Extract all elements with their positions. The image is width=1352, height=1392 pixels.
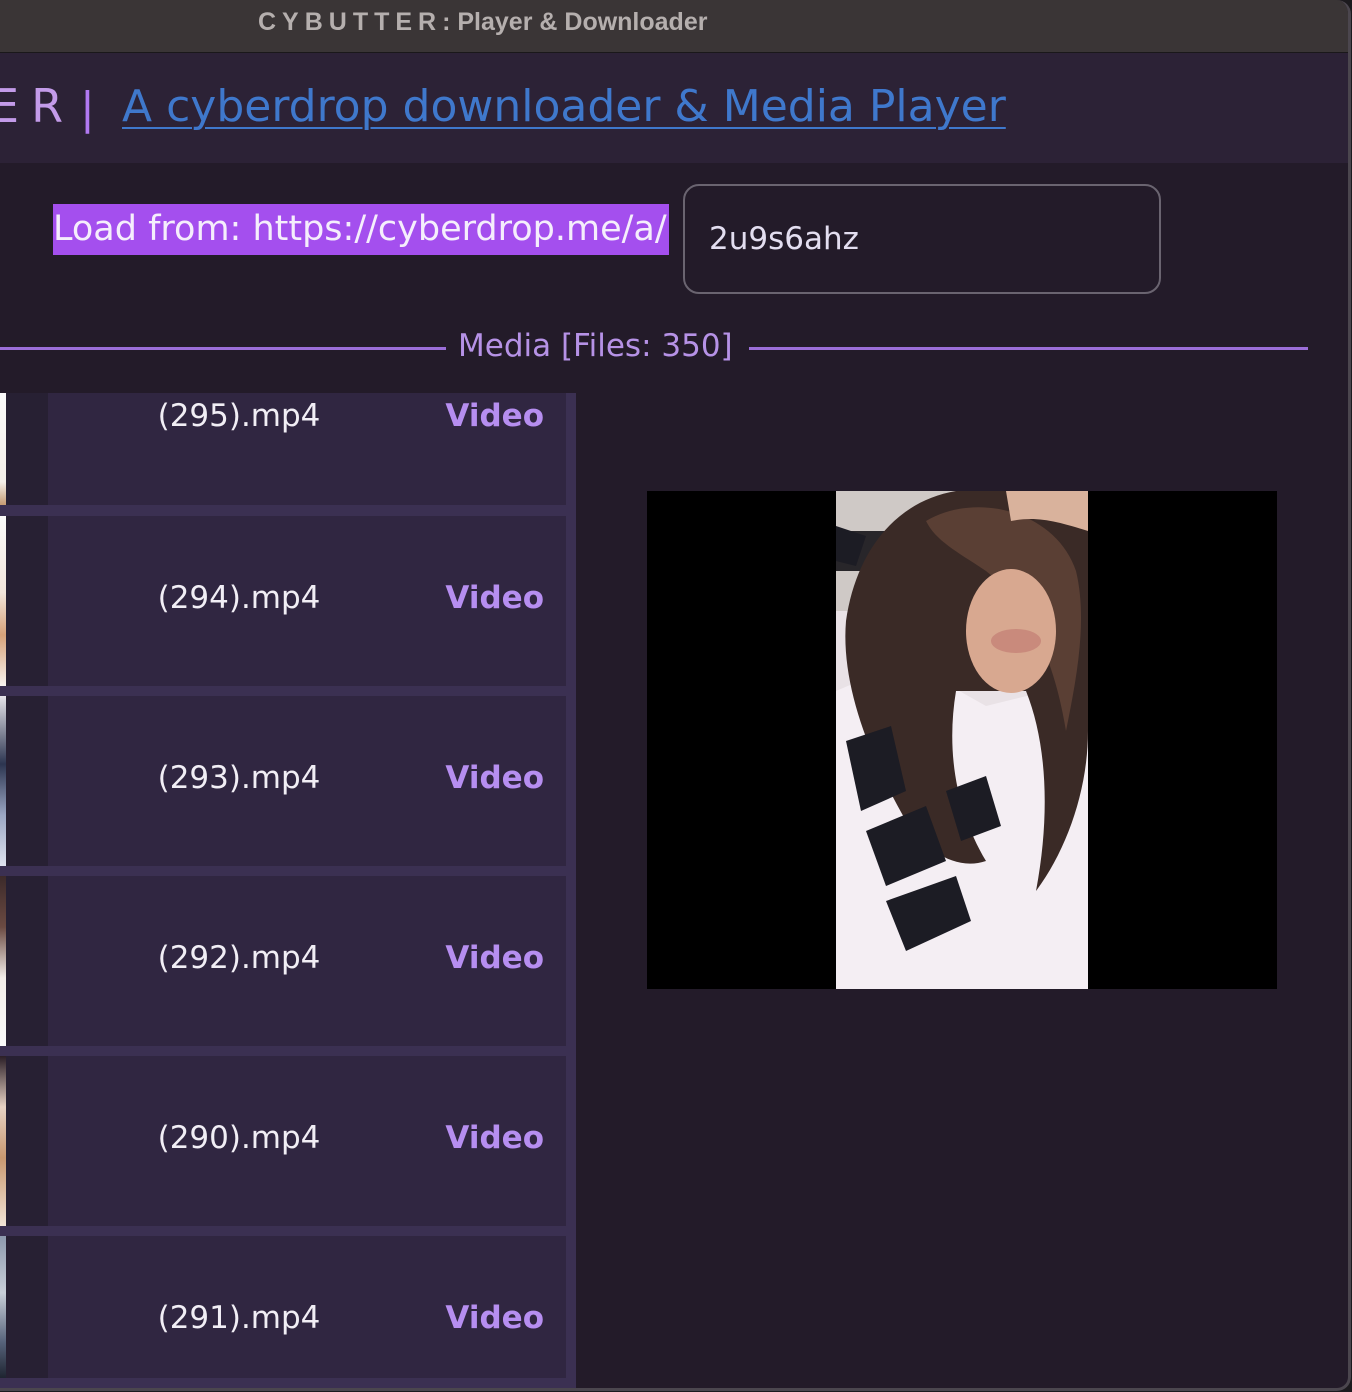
album-id-input[interactable] <box>683 184 1161 294</box>
app-header: ER | A cyberdrop downloader & Media Play… <box>0 53 1348 163</box>
media-file-name: (295).mp4 <box>157 398 321 434</box>
media-type-label: Video <box>445 398 544 434</box>
section-divider-left <box>0 347 446 350</box>
video-frame-image <box>836 491 1088 989</box>
media-type-label: Video <box>445 580 544 616</box>
media-file-name: (291).mp4 <box>157 1300 321 1336</box>
media-type-label: Video <box>445 1300 544 1336</box>
media-row[interactable]: (295).mp4 Video <box>0 393 566 505</box>
video-player[interactable] <box>647 491 1277 989</box>
tagline-link[interactable]: A cyberdrop downloader & Media Player <box>122 81 1006 132</box>
media-file-name: (293).mp4 <box>157 760 321 796</box>
media-row[interactable]: (290).mp4 Video <box>0 1056 566 1226</box>
title-bar[interactable]: CYBUTTER: Player & Downloader <box>0 0 1348 53</box>
media-row[interactable]: (291).mp4 Video <box>0 1236 566 1378</box>
media-file-name: (292).mp4 <box>157 940 321 976</box>
media-row[interactable]: (294).mp4 Video <box>0 516 566 686</box>
media-type-label: Video <box>445 760 544 796</box>
media-file-name: (290).mp4 <box>157 1120 321 1156</box>
header-separator: | <box>80 83 95 134</box>
row-gutter <box>6 1236 48 1378</box>
section-divider-right <box>749 347 1308 350</box>
load-from-label: Load from: https://cyberdrop.me/a/ <box>53 204 669 255</box>
media-type-label: Video <box>445 1120 544 1156</box>
window-title-app: CYBUTTER <box>258 8 443 36</box>
app-brand: ER <box>0 79 76 133</box>
media-file-name: (294).mp4 <box>157 580 321 616</box>
video-frame <box>836 491 1088 989</box>
window-title-rest: : Player & Downloader <box>442 8 708 36</box>
row-gutter <box>6 876 48 1046</box>
app-window: CYBUTTER: Player & Downloader ER | A cyb… <box>0 0 1351 1391</box>
row-gutter <box>6 516 48 686</box>
row-gutter <box>6 696 48 866</box>
media-section-label: Media [Files: 350] <box>458 328 733 364</box>
media-list[interactable]: (295).mp4 Video (294).mp4 Video (293).mp… <box>0 393 576 1388</box>
media-row[interactable]: (292).mp4 Video <box>0 876 566 1046</box>
media-row[interactable]: (293).mp4 Video <box>0 696 566 866</box>
window-title: CYBUTTER: Player & Downloader <box>258 8 707 37</box>
media-type-label: Video <box>445 940 544 976</box>
row-gutter <box>6 393 48 505</box>
row-gutter <box>6 1056 48 1226</box>
